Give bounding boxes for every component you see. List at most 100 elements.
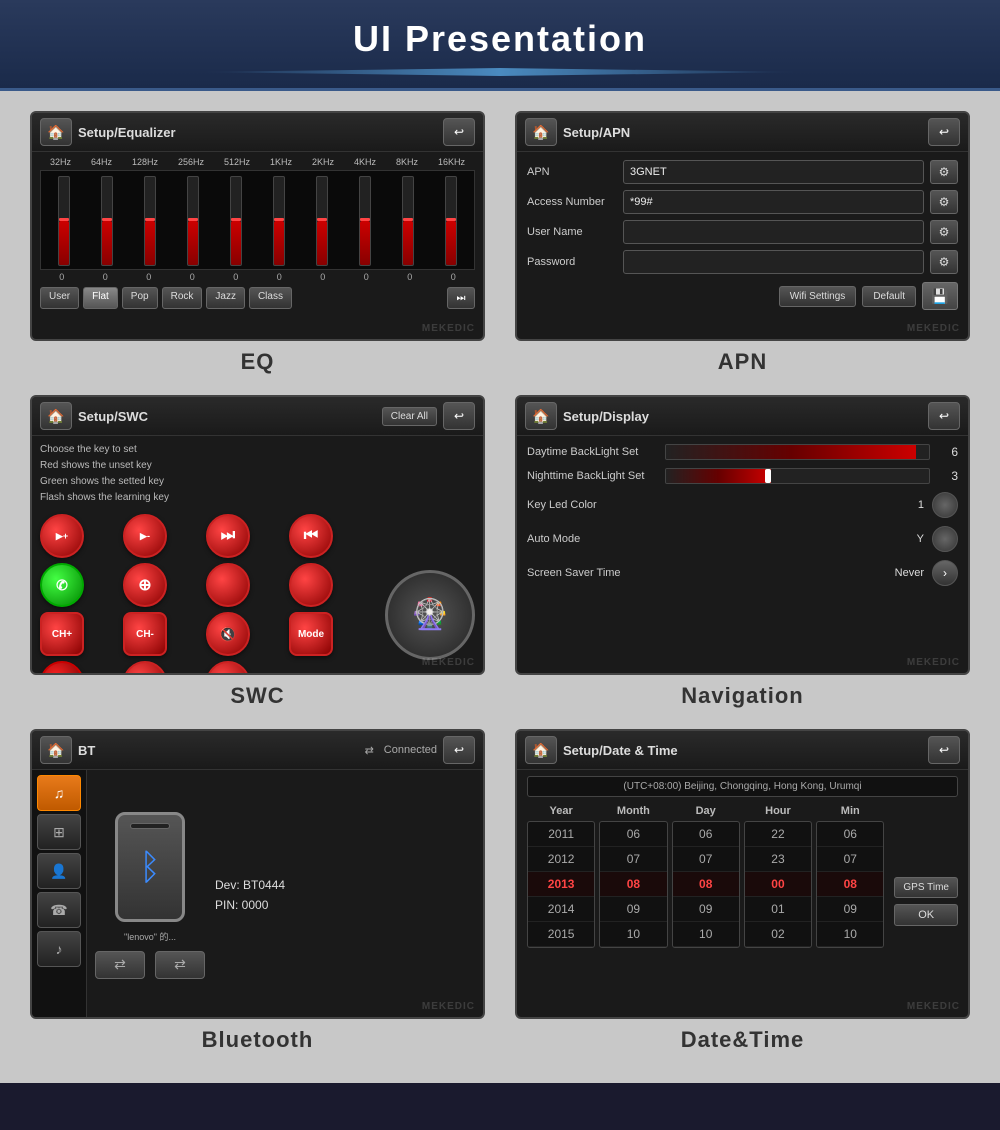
bt-sidebar-music[interactable]: ♫ — [37, 775, 81, 811]
swc-vol-down[interactable]: ▶- — [123, 514, 167, 558]
datetime-month-09[interactable]: 09 — [600, 897, 666, 922]
apn-input-username[interactable] — [623, 220, 924, 244]
datetime-month-08[interactable]: 08 — [600, 872, 666, 897]
display-back-button[interactable]: ↩ — [928, 402, 960, 430]
apn-gear-password[interactable]: ⚙ — [930, 250, 958, 274]
datetime-hour-22[interactable]: 22 — [745, 822, 811, 847]
display-slider-daytime[interactable] — [665, 444, 930, 460]
swc-vol-up[interactable]: ▶+ — [40, 514, 84, 558]
eq-bar-4khz[interactable] — [345, 176, 384, 269]
datetime-year-2015[interactable]: 2015 — [528, 922, 594, 947]
display-nav-screensaver[interactable]: › — [932, 560, 958, 586]
display-slider-nighttime[interactable] — [665, 468, 930, 484]
bt-disconnect-button[interactable]: ⇄ — [155, 951, 205, 979]
apn-default-button[interactable]: Default — [862, 286, 916, 307]
datetime-scroll-year[interactable]: 2011 2012 2013 2014 2015 — [527, 821, 595, 948]
bt-sidebar-contact[interactable]: 👤 — [37, 853, 81, 889]
swc-prev-track[interactable]: ⏮ — [289, 514, 333, 558]
bt-sidebar-phone[interactable]: ☎ — [37, 892, 81, 928]
apn-input-access[interactable] — [623, 190, 924, 214]
swc-mute[interactable]: 🔇 — [206, 612, 250, 656]
apn-save-button[interactable]: 💾 — [922, 282, 958, 310]
datetime-day-07[interactable]: 07 — [673, 847, 739, 872]
swc-next-track[interactable]: ⏭ — [206, 514, 250, 558]
eq-bar-32hz[interactable] — [45, 176, 84, 269]
display-toggle-automode[interactable] — [932, 526, 958, 552]
datetime-year-2011[interactable]: 2011 — [528, 822, 594, 847]
swc-btn-7[interactable] — [289, 563, 333, 607]
apn-gear-apn[interactable]: ⚙ — [930, 160, 958, 184]
datetime-min-10[interactable]: 10 — [817, 922, 883, 947]
apn-gear-username[interactable]: ⚙ — [930, 220, 958, 244]
eq-bar-64hz[interactable] — [88, 176, 127, 269]
bt-connect-button[interactable]: ⇄ — [95, 951, 145, 979]
datetime-day-10[interactable]: 10 — [673, 922, 739, 947]
datetime-ok-button[interactable]: OK — [894, 904, 958, 926]
datetime-min-09[interactable]: 09 — [817, 897, 883, 922]
eq-bar-128hz[interactable] — [131, 176, 170, 269]
bt-back-button[interactable]: ↩ — [443, 736, 475, 764]
datetime-hour-01[interactable]: 01 — [745, 897, 811, 922]
datetime-month-10[interactable]: 10 — [600, 922, 666, 947]
datetime-day-09[interactable]: 09 — [673, 897, 739, 922]
datetime-month-07[interactable]: 07 — [600, 847, 666, 872]
display-home-button[interactable]: 🏠 — [525, 402, 557, 430]
datetime-min-08[interactable]: 08 — [817, 872, 883, 897]
bt-sidebar-music2[interactable]: ♪ — [37, 931, 81, 967]
eq-bar-16khz[interactable] — [431, 176, 470, 269]
apn-back-button[interactable]: ↩ — [928, 118, 960, 146]
swc-home-button[interactable]: 🏠 — [40, 402, 72, 430]
datetime-home-button[interactable]: 🏠 — [525, 736, 557, 764]
display-toggle-keyled[interactable] — [932, 492, 958, 518]
eq-bar-8khz[interactable] — [388, 176, 427, 269]
swc-mode[interactable]: Mode — [289, 612, 333, 656]
eq-preset-class[interactable]: Class — [249, 287, 292, 309]
datetime-scroll-min[interactable]: 06 07 08 09 10 — [816, 821, 884, 948]
swc-btn-5[interactable]: ⊕ — [123, 563, 167, 607]
apn-input-password[interactable] — [623, 250, 924, 274]
eq-bar-512hz[interactable] — [217, 176, 256, 269]
datetime-day-06[interactable]: 06 — [673, 822, 739, 847]
bt-home-button[interactable]: 🏠 — [40, 736, 72, 764]
eq-skip-button[interactable]: ⏭ — [447, 287, 475, 309]
swc-power[interactable]: ⏻ — [123, 661, 167, 675]
apn-wifi-settings-button[interactable]: Wifi Settings — [779, 286, 857, 307]
datetime-hour-23[interactable]: 23 — [745, 847, 811, 872]
eq-back-button[interactable]: ↩ — [443, 118, 475, 146]
datetime-year-2014[interactable]: 2014 — [528, 897, 594, 922]
datetime-back-button[interactable]: ↩ — [928, 736, 960, 764]
apn-input-apn[interactable] — [623, 160, 924, 184]
datetime-day-08[interactable]: 08 — [673, 872, 739, 897]
eq-preset-jazz[interactable]: Jazz — [206, 287, 245, 309]
datetime-month-06[interactable]: 06 — [600, 822, 666, 847]
eq-preset-rock[interactable]: Rock — [162, 287, 203, 309]
eq-bar-1khz[interactable] — [260, 176, 299, 269]
eq-home-button[interactable]: 🏠 — [40, 118, 72, 146]
bt-sidebar-grid[interactable]: ⊞ — [37, 814, 81, 850]
eq-bar-2khz[interactable] — [302, 176, 341, 269]
apn-home-button[interactable]: 🏠 — [525, 118, 557, 146]
swc-back-button[interactable]: ↩ — [443, 402, 475, 430]
eq-preset-user[interactable]: User — [40, 287, 79, 309]
swc-clear-all-button[interactable]: Clear All — [382, 407, 437, 426]
eq-bar-256hz[interactable] — [174, 176, 213, 269]
datetime-year-2013[interactable]: 2013 — [528, 872, 594, 897]
apn-gear-access[interactable]: ⚙ — [930, 190, 958, 214]
datetime-scroll-month[interactable]: 06 07 08 09 10 — [599, 821, 667, 948]
eq-preset-flat[interactable]: Flat — [83, 287, 118, 309]
eq-preset-pop[interactable]: Pop — [122, 287, 158, 309]
swc-ch-plus[interactable]: CH+ — [40, 612, 84, 656]
datetime-min-07[interactable]: 07 — [817, 847, 883, 872]
swc-call-accept[interactable]: ✆ — [40, 563, 84, 607]
swc-call-hang[interactable]: ✆ — [40, 661, 84, 675]
swc-ch-minus[interactable]: CH- — [123, 612, 167, 656]
datetime-scroll-day[interactable]: 06 07 08 09 10 — [672, 821, 740, 948]
datetime-scroll-hour[interactable]: 22 23 00 01 02 — [744, 821, 812, 948]
datetime-year-2012[interactable]: 2012 — [528, 847, 594, 872]
swc-btn-6[interactable] — [206, 563, 250, 607]
datetime-min-06[interactable]: 06 — [817, 822, 883, 847]
datetime-hour-00[interactable]: 00 — [745, 872, 811, 897]
swc-pause[interactable]: ⏸ — [206, 661, 250, 675]
datetime-hour-02[interactable]: 02 — [745, 922, 811, 947]
datetime-gps-button[interactable]: GPS Time — [894, 877, 958, 898]
